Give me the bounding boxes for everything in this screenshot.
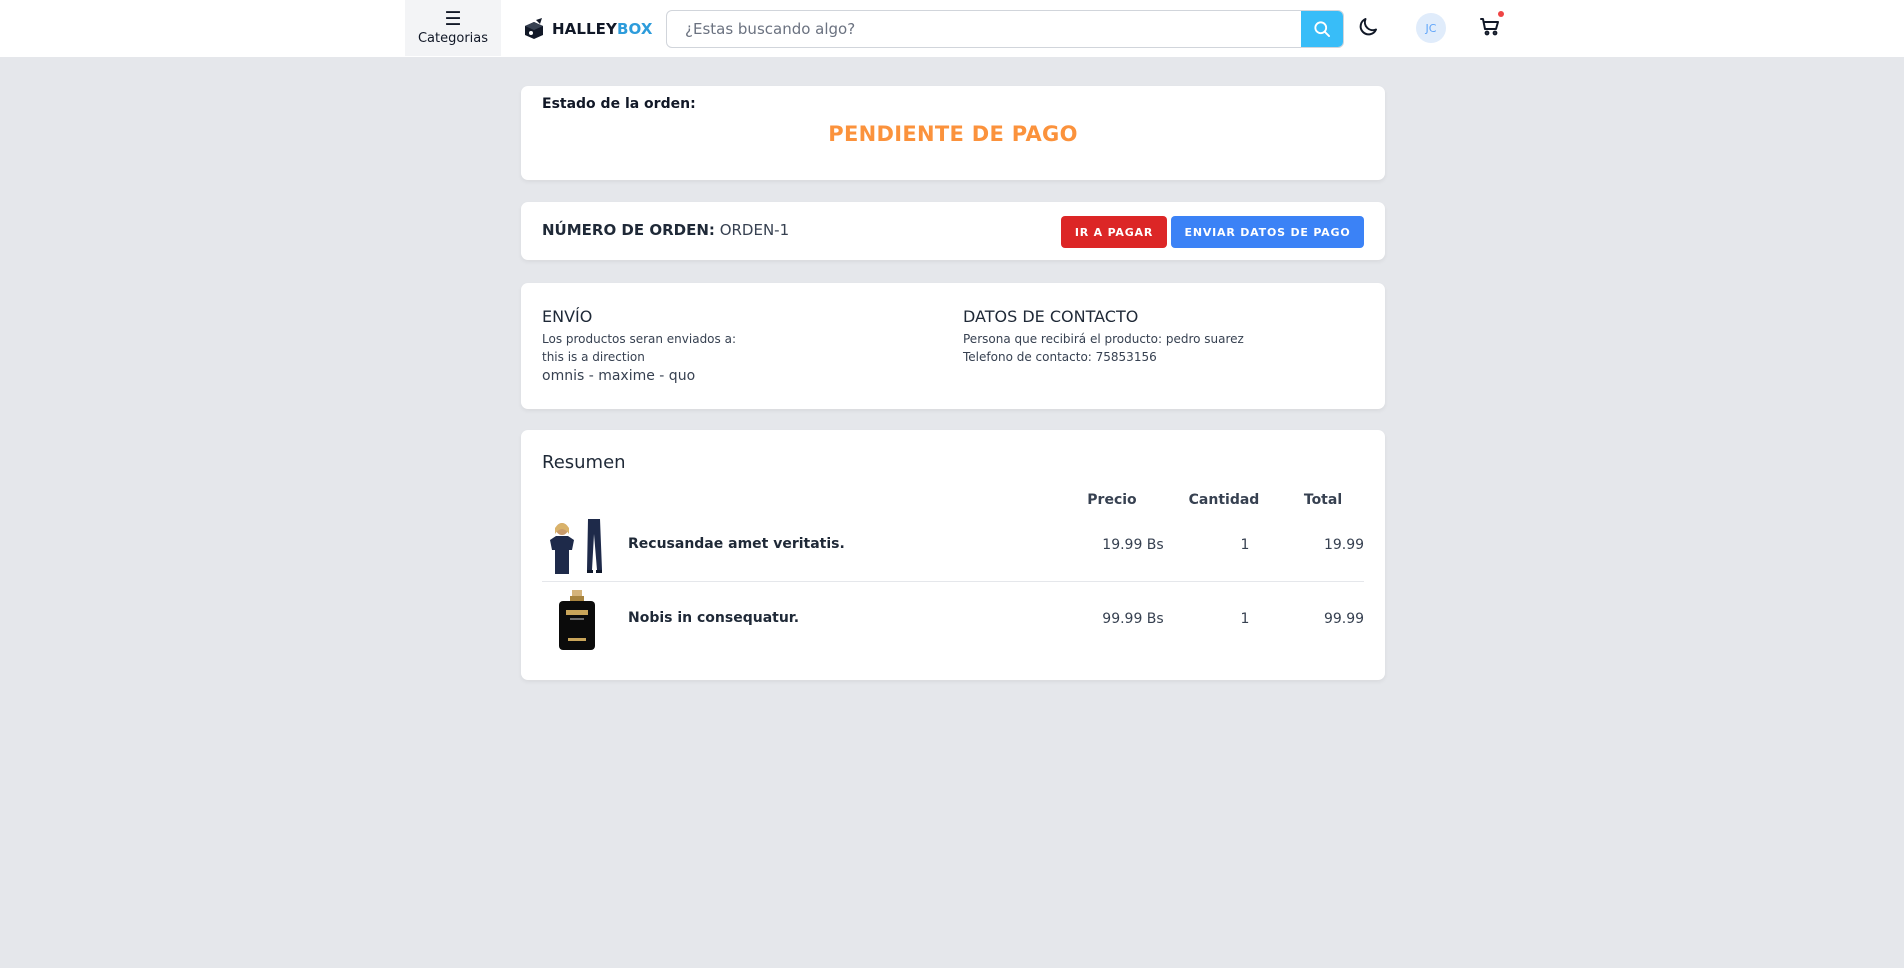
cart-icon — [1480, 18, 1499, 36]
categories-label: Categorias — [417, 31, 489, 46]
summary-title: Resumen — [542, 452, 626, 473]
contact-phone: Telefono de contacto: 75853156 — [963, 350, 1157, 364]
search-icon — [1314, 21, 1330, 37]
user-avatar[interactable]: JC — [1416, 13, 1446, 43]
moon-icon[interactable] — [1356, 15, 1380, 39]
brand-logo[interactable]: HALLEYBOX — [522, 16, 653, 42]
product-image — [542, 514, 612, 578]
cart-button[interactable] — [1478, 11, 1504, 38]
search-input[interactable] — [667, 11, 1301, 47]
shipping-section: ENVÍO Los productos seran enviados a: th… — [542, 307, 736, 384]
column-header-price: Precio — [1087, 492, 1137, 508]
product-price: 99.99 Bs — [1102, 611, 1164, 627]
order-status-value: PENDIENTE DE PAGO — [828, 122, 1078, 146]
search-button[interactable] — [1301, 11, 1343, 47]
order-number-card: NÚMERO DE ORDEN: ORDEN-1 IR A PAGAR ENVI… — [521, 202, 1385, 260]
order-number-value: ORDEN-1 — [719, 221, 790, 239]
brand-name: HALLEYBOX — [552, 20, 653, 38]
top-navbar: ☰ Categorias HALLEYBOX JC — [0, 0, 1904, 58]
product-total: 19.99 — [1323, 537, 1365, 553]
order-status-card: Estado de la orden: PENDIENTE DE PAGO — [521, 86, 1385, 180]
shipping-contact-card: ENVÍO Los productos seran enviados a: th… — [521, 283, 1385, 409]
shipping-title: ENVÍO — [542, 307, 593, 326]
product-name: Nobis in consequatur. — [628, 610, 800, 626]
shipping-location: omnis - maxime - quo — [542, 368, 696, 384]
contact-title: DATOS DE CONTACTO — [963, 307, 1139, 326]
order-summary-card: Resumen Precio Cantidad Total Recusandae… — [521, 430, 1385, 680]
product-quantity: 1 — [1240, 611, 1250, 627]
table-row: Recusandae amet veritatis. 19.99 Bs 1 19… — [542, 510, 1364, 582]
logo-box-icon — [525, 18, 543, 39]
shipping-intro: Los productos seran enviados a: — [542, 332, 736, 346]
table-row: Nobis in consequatur. 99.99 Bs 1 99.99 — [542, 584, 1364, 656]
product-quantity: 1 — [1240, 537, 1250, 553]
go-to-pay-button[interactable]: IR A PAGAR — [1061, 216, 1167, 248]
avatar-initials: JC — [1425, 21, 1437, 35]
order-number-label: NÚMERO DE ORDEN: — [542, 221, 715, 239]
contact-section: DATOS DE CONTACTO Persona que recibirá e… — [963, 307, 1244, 366]
column-header-quantity: Cantidad — [1188, 492, 1260, 508]
product-image — [542, 588, 612, 652]
categories-button[interactable]: ☰ Categorias — [405, 0, 501, 56]
search-bar — [666, 10, 1344, 48]
menu-icon: ☰ — [444, 8, 462, 30]
contact-receiver: Persona que recibirá el producto: pedro … — [963, 332, 1244, 346]
cart-notification-dot — [1498, 11, 1504, 17]
order-status-heading: Estado de la orden: — [542, 96, 696, 112]
shipping-address: this is a direction — [542, 350, 645, 364]
send-payment-data-button[interactable]: ENVIAR DATOS DE PAGO — [1171, 216, 1364, 248]
column-header-total: Total — [1303, 492, 1343, 508]
product-price: 19.99 Bs — [1102, 537, 1164, 553]
product-total: 99.99 — [1323, 611, 1365, 627]
product-name: Recusandae amet veritatis. — [628, 536, 845, 552]
order-number: NÚMERO DE ORDEN: ORDEN-1 — [542, 221, 789, 239]
